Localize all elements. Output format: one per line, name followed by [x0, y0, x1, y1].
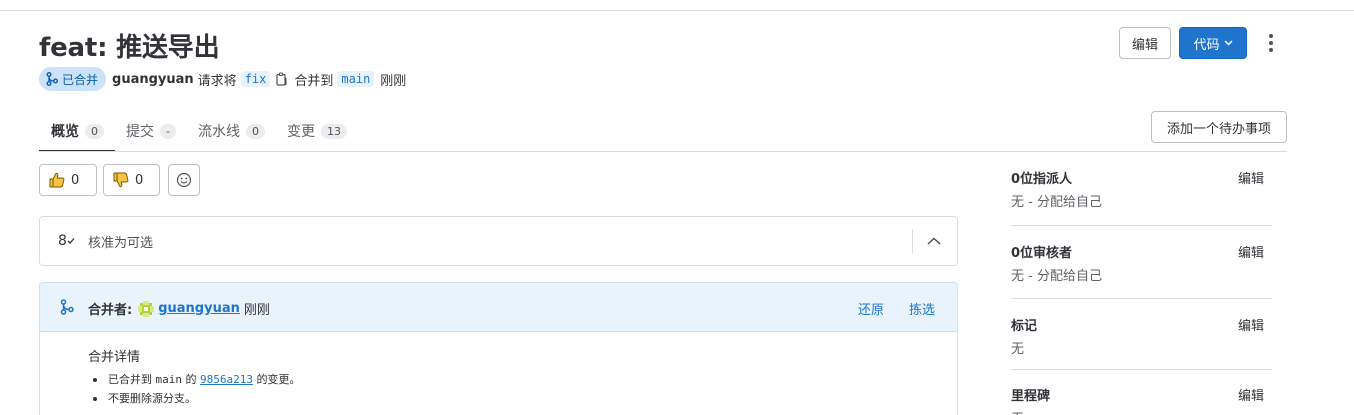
- tab-count: 0: [245, 123, 265, 139]
- detail-text: 不要删除源分支。: [108, 392, 196, 405]
- request-text: 请求将: [197, 73, 237, 89]
- merged-widget-header: 合并者: guangyuan 刚刚 还原 拣选: [40, 283, 957, 332]
- sidebar-edit-link[interactable]: 编辑: [1238, 315, 1264, 334]
- sidebar-edit-link[interactable]: 编辑: [1238, 242, 1264, 261]
- cherry-pick-button[interactable]: 拣选: [909, 299, 935, 318]
- thumbs-down-icon: [113, 172, 129, 188]
- tabs-divider: [39, 151, 1287, 152]
- tab-label: 概览: [51, 124, 79, 140]
- list-item: 已合并到 main 的 9856a213 的变更。: [88, 370, 300, 389]
- sidebar-value[interactable]: 无 - 分配给自己: [1011, 191, 1102, 210]
- sidebar-divider: [1011, 298, 1272, 299]
- detail-branch: main: [155, 373, 183, 386]
- tab-pipelines[interactable]: 流水线 0: [187, 111, 276, 151]
- tab-label: 变更: [286, 124, 315, 140]
- merged-widget: 合并者: guangyuan 刚刚 还原 拣选 合并详情 已合并到 main 的…: [39, 282, 958, 415]
- tab-count: -: [160, 123, 176, 139]
- sidebar-edit-link[interactable]: 编辑: [1238, 168, 1264, 187]
- add-reaction-button[interactable]: [168, 164, 200, 196]
- approval-widget: 8 核准为可选: [39, 216, 958, 266]
- tab-overview[interactable]: 概览 0: [39, 111, 115, 152]
- sidebar-title: 标记: [1011, 319, 1038, 334]
- detail-text: 已合并到: [108, 373, 152, 386]
- chevron-up-icon[interactable]: [922, 231, 946, 251]
- detail-text: 的: [185, 373, 197, 386]
- revert-button[interactable]: 还原: [858, 299, 884, 318]
- sidebar-value: 无: [1011, 342, 1025, 357]
- code-button-label: 代码: [1193, 37, 1220, 53]
- merged-by: 合并者: guangyuan 刚刚: [88, 299, 270, 318]
- sidebar-divider: [1011, 369, 1272, 370]
- author-link[interactable]: guangyuan: [112, 72, 194, 87]
- merge-time: 刚刚: [380, 73, 407, 89]
- code-dropdown-button[interactable]: 代码: [1179, 27, 1247, 59]
- thumbs-up-count: 0: [71, 172, 80, 188]
- merge-icon: [60, 299, 74, 319]
- sidebar-title: 里程碑: [1011, 389, 1051, 404]
- list-item: 不要删除源分支。: [88, 389, 300, 408]
- avatar[interactable]: [138, 300, 155, 317]
- sidebar-value[interactable]: 无 - 分配给自己: [1011, 265, 1102, 284]
- approval-divider: [912, 229, 913, 253]
- check-icon: [67, 238, 75, 244]
- sidebar-title: 0位审核者: [1011, 246, 1073, 261]
- thumbs-down-button[interactable]: 0: [103, 164, 160, 196]
- tab-count: 13: [320, 123, 347, 139]
- mr-meta: 已合并 guangyuan 请求将 fix 合并到 main 刚刚: [39, 67, 410, 91]
- sidebar-value: 无: [1011, 408, 1024, 415]
- edit-button[interactable]: 编辑: [1119, 27, 1171, 59]
- merge-text: 合并到: [294, 73, 334, 89]
- smiley-icon: [176, 172, 192, 188]
- chevron-down-icon: [1223, 38, 1233, 49]
- tab-commits[interactable]: 提交 -: [115, 111, 187, 151]
- status-badge-label: 已合并: [62, 72, 99, 87]
- approval-icon: 8: [58, 233, 75, 249]
- tab-count: 0: [85, 123, 104, 139]
- copy-branch-icon[interactable]: [276, 72, 288, 86]
- tab-changes[interactable]: 变更 13: [276, 111, 358, 151]
- tab-label: 提交: [126, 124, 154, 140]
- top-divider: [0, 10, 1354, 11]
- status-badge: 已合并: [39, 67, 107, 91]
- merge-details: 合并详情 已合并到 main 的 9856a213 的变更。 不要删除源分支。: [88, 346, 300, 408]
- merged-by-user-link[interactable]: guangyuan: [158, 301, 240, 316]
- add-todo-button[interactable]: 添加一个待办事项: [1151, 111, 1287, 143]
- sidebar-divider: [1011, 225, 1272, 226]
- page-title: feat: 推送导出: [39, 33, 220, 63]
- merge-icon: [46, 72, 58, 86]
- commit-sha-link[interactable]: 9856a213: [200, 373, 253, 386]
- mr-tabs: 概览 0 提交 - 流水线 0 变更 13: [39, 111, 358, 152]
- sidebar-edit-link[interactable]: 编辑: [1238, 385, 1264, 404]
- merged-by-label: 合并者:: [88, 303, 133, 318]
- detail-text: 的变更。: [256, 373, 301, 386]
- thumbs-down-count: 0: [135, 172, 144, 188]
- thumbs-up-button[interactable]: 0: [39, 164, 97, 196]
- merged-time: 刚刚: [243, 303, 270, 318]
- more-actions-icon[interactable]: [1259, 31, 1283, 55]
- thumbs-up-icon: [49, 172, 65, 188]
- target-branch[interactable]: main: [337, 71, 375, 87]
- source-branch[interactable]: fix: [240, 71, 271, 87]
- merge-details-title: 合并详情: [88, 350, 141, 365]
- tab-label: 流水线: [197, 124, 240, 140]
- sidebar-title: 0位指派人: [1011, 172, 1073, 187]
- approval-count: 8: [58, 233, 67, 249]
- approval-label: 核准为可选: [88, 236, 154, 251]
